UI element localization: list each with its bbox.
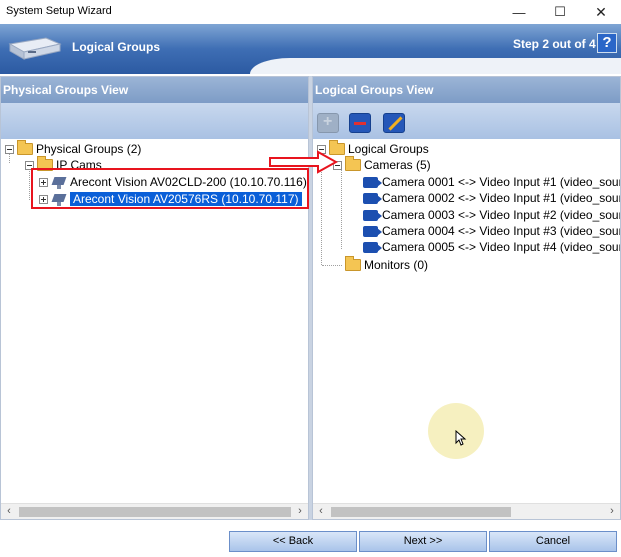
scroll-right-icon[interactable]: › (292, 504, 308, 520)
folder-icon (345, 256, 361, 271)
page-title: Logical Groups (72, 40, 161, 54)
tree-node-camera[interactable]: Camera 0003 <-> Video Input #2 (video_so… (363, 207, 620, 223)
help-button[interactable]: ? (597, 33, 617, 53)
tree-node-camera[interactable]: Camera 0001 <-> Video Input #1 (video_so… (363, 174, 620, 190)
maximize-button[interactable]: ☐ (538, 0, 582, 24)
scroll-thumb[interactable] (331, 507, 511, 517)
tree-node-cameras[interactable]: Cameras (5) (333, 156, 431, 173)
tree-node-physical-groups[interactable]: Physical Groups (2) (5, 140, 141, 157)
folder-icon (345, 156, 361, 171)
tree-node-camera[interactable]: Camera 0004 <-> Video Input #3 (video_so… (363, 223, 620, 239)
scroll-left-icon[interactable]: ‹ (1, 504, 17, 520)
folder-icon (17, 140, 33, 155)
mouse-cursor-icon (455, 430, 467, 446)
collapse-icon[interactable] (5, 144, 14, 154)
next-button[interactable]: Next >> (359, 531, 487, 552)
video-camera-icon (363, 241, 382, 253)
panel-header: Physical Groups View (1, 77, 308, 103)
tree-node-camera[interactable]: Camera 0005 <-> Video Input #4 (video_so… (363, 239, 620, 255)
wizard-footer: << Back Next >> Cancel (0, 520, 621, 557)
horizontal-scrollbar[interactable]: ‹ › (1, 503, 308, 519)
step-indicator: Step 2 out of 4 (513, 37, 596, 51)
scroll-thumb[interactable] (19, 507, 291, 517)
physical-groups-panel: Physical Groups View Physical Groups (2)… (0, 76, 309, 520)
minimize-button[interactable]: — (497, 0, 541, 24)
selection-highlight-box (31, 168, 309, 209)
wizard-banner: Logical Groups Step 2 out of 4 ? (0, 24, 621, 74)
drag-arrow-icon (269, 150, 338, 174)
add-group-button[interactable] (317, 113, 339, 133)
panel-toolbar (313, 103, 620, 139)
panel-header: Logical Groups View (313, 77, 620, 103)
scroll-right-icon[interactable]: › (604, 504, 620, 520)
panel-toolbar (1, 103, 308, 139)
video-camera-icon (363, 225, 382, 237)
video-camera-icon (363, 176, 382, 188)
horizontal-scrollbar[interactable]: ‹ › (313, 503, 620, 519)
cancel-button[interactable]: Cancel (489, 531, 617, 552)
back-button[interactable]: << Back (229, 531, 357, 552)
video-camera-icon (363, 209, 382, 221)
tree-node-camera[interactable]: Camera 0002 <-> Video Input #1 (video_so… (363, 190, 620, 206)
edit-group-button[interactable] (383, 113, 405, 133)
title-bar: System Setup Wizard — ☐ ✕ (0, 0, 621, 24)
close-button[interactable]: ✕ (579, 0, 621, 24)
delete-group-button[interactable] (349, 113, 371, 133)
tree-node-monitors[interactable]: Monitors (0) (345, 256, 428, 273)
window-title: System Setup Wizard (6, 5, 112, 17)
video-camera-icon (363, 192, 382, 204)
scroll-left-icon[interactable]: ‹ (313, 504, 329, 520)
server-device-icon (8, 37, 62, 60)
